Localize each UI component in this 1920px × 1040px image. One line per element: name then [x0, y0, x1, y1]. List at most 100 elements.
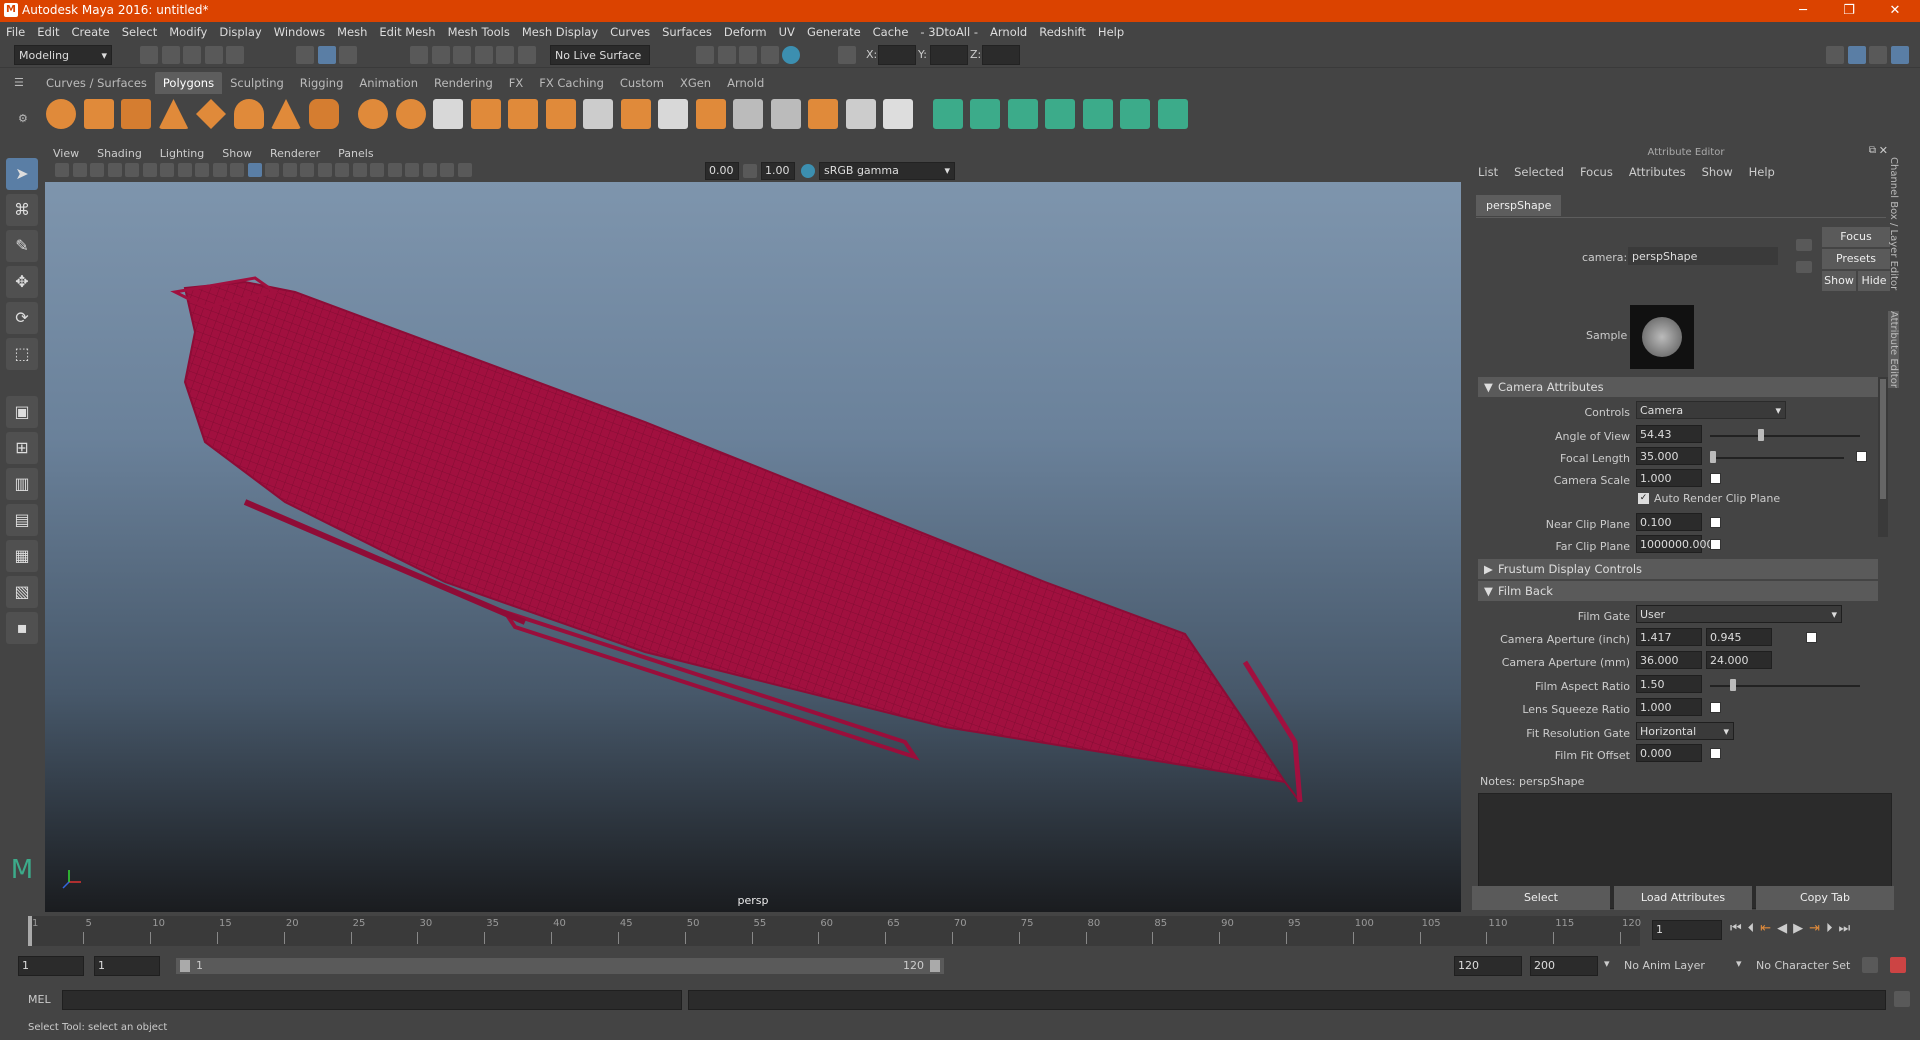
select-component-icon[interactable]: [339, 46, 357, 64]
ae-menu-attributes[interactable]: Attributes: [1621, 165, 1694, 179]
chevron-down-icon[interactable]: ▾: [1736, 957, 1742, 970]
shelf-tab-fx[interactable]: FX: [501, 72, 532, 94]
transform-input-icon[interactable]: [838, 46, 856, 64]
map-texture-icon[interactable]: [1856, 451, 1867, 462]
angle-of-view-slider[interactable]: [1710, 435, 1860, 437]
menu-display[interactable]: Display: [213, 22, 267, 39]
bevel-icon[interactable]: [508, 99, 538, 129]
side-tab-attribute-editor[interactable]: Attribute Editor: [1888, 311, 1899, 388]
focal-length-field[interactable]: 35.000: [1636, 447, 1702, 465]
ae-menu-list[interactable]: List: [1470, 165, 1506, 179]
section-camera-attributes[interactable]: ▼ Camera Attributes: [1478, 377, 1878, 397]
menu-3dtoall[interactable]: - 3DtoAll -: [914, 22, 984, 39]
textured-icon[interactable]: [282, 163, 297, 177]
ae-menu-focus[interactable]: Focus: [1572, 165, 1621, 179]
play-forwards-icon[interactable]: ▶: [1793, 921, 1809, 936]
angle-of-view-slider-handle[interactable]: [1758, 429, 1764, 441]
aperture-inch-x-field[interactable]: 1.417: [1636, 628, 1702, 646]
float-panel-icon[interactable]: ⧉: [1869, 145, 1876, 156]
uv-layout-icon[interactable]: [1120, 99, 1150, 129]
resolution-gate-icon[interactable]: [160, 163, 174, 177]
angle-of-view-field[interactable]: 54.43: [1636, 425, 1702, 443]
y-field[interactable]: [930, 45, 968, 65]
menu-create[interactable]: Create: [66, 22, 116, 39]
animation-end-field[interactable]: 200: [1530, 956, 1598, 976]
film-aspect-slider-handle[interactable]: [1730, 679, 1736, 691]
section-frustum-display[interactable]: ▶ Frustum Display Controls: [1478, 559, 1878, 579]
menu-mesh-display[interactable]: Mesh Display: [516, 22, 604, 39]
paint-select-tool-icon[interactable]: ✎: [6, 230, 38, 262]
extrude-icon[interactable]: [433, 99, 463, 129]
menu-curves[interactable]: Curves: [604, 22, 656, 39]
perspective-viewport[interactable]: persp: [45, 182, 1461, 912]
range-start-handle[interactable]: [180, 960, 190, 972]
multi-cut-icon[interactable]: [583, 99, 613, 129]
anti-aliasing-icon[interactable]: [370, 163, 384, 177]
map-texture-icon[interactable]: [1806, 632, 1817, 643]
shelf-tab-rigging[interactable]: Rigging: [292, 72, 352, 94]
scale-tool-icon[interactable]: ⬚: [6, 338, 38, 370]
poly-pyramid-icon[interactable]: [271, 99, 301, 129]
close-button[interactable]: ✕: [1872, 0, 1918, 22]
current-frame-field[interactable]: 1: [1652, 920, 1722, 940]
panel-menu-renderer[interactable]: Renderer: [262, 144, 330, 160]
outliner-toggle-icon[interactable]: ▪: [6, 612, 38, 644]
time-slider-track[interactable]: 1 5 10 15 20 25 30 35 40 45 50 55 60 65 70 75 80 85 90 95 10…: [28, 916, 1641, 946]
menu-redshift[interactable]: Redshift: [1033, 22, 1092, 39]
load-attributes-button[interactable]: Load Attributes: [1614, 886, 1752, 910]
menu-select[interactable]: Select: [116, 22, 163, 39]
go-to-start-icon[interactable]: ⏮: [1730, 921, 1748, 936]
ambient-occlusion-icon[interactable]: [335, 163, 349, 177]
menu-edit[interactable]: Edit: [31, 22, 65, 39]
poly-plane-icon[interactable]: [196, 99, 226, 129]
play-backwards-icon[interactable]: ◀: [1777, 921, 1793, 936]
persp-outliner-layout-icon[interactable]: ▥: [6, 468, 38, 500]
aperture-inch-y-field[interactable]: 0.945: [1706, 628, 1772, 646]
exposure-icon[interactable]: [457, 163, 472, 177]
select-tool-icon[interactable]: ➤: [6, 158, 38, 190]
character-set-dropdown[interactable]: No Character Set: [1752, 956, 1862, 976]
film-fit-offset-field[interactable]: 0.000: [1636, 744, 1702, 762]
animation-start-field[interactable]: 1: [18, 956, 84, 976]
lens-squeeze-field[interactable]: 1.000: [1636, 698, 1702, 716]
bridge-icon[interactable]: [470, 99, 501, 129]
script-editor-icon[interactable]: [1894, 991, 1910, 1007]
playback-end-field[interactable]: 120: [1454, 956, 1522, 976]
aperture-mm-y-field[interactable]: 24.000: [1706, 651, 1772, 669]
motion-blur-icon[interactable]: [352, 163, 367, 177]
x-field[interactable]: [878, 45, 916, 65]
fill-hole-icon[interactable]: [883, 99, 913, 129]
select-hierarchy-icon[interactable]: [296, 46, 314, 64]
color-management-icon[interactable]: [801, 164, 815, 178]
camera-scale-field[interactable]: 1.000: [1636, 469, 1702, 487]
render-view-icon[interactable]: [696, 46, 714, 64]
section-film-back[interactable]: ▼ Film Back: [1478, 581, 1878, 601]
magnet-icon[interactable]: [517, 46, 536, 64]
safe-title-icon[interactable]: [230, 163, 244, 177]
bookmark-icon[interactable]: [90, 163, 104, 177]
render-settings-icon[interactable]: [760, 46, 779, 64]
snap-point-icon[interactable]: [453, 46, 471, 64]
uv-automatic-icon[interactable]: [1045, 99, 1075, 129]
animation-preferences-icon[interactable]: [1890, 957, 1906, 973]
panel-menu-panels[interactable]: Panels: [330, 144, 383, 160]
tab-perspshape[interactable]: perspShape: [1476, 195, 1562, 216]
smooth-shade-icon[interactable]: [265, 163, 279, 177]
uv-cut-icon[interactable]: [1157, 99, 1188, 129]
wireframe-icon[interactable]: [247, 163, 262, 177]
combine-icon[interactable]: [358, 99, 388, 129]
redo-icon[interactable]: [226, 46, 244, 64]
append-polygon-icon[interactable]: [545, 99, 576, 129]
separate-icon[interactable]: [395, 99, 426, 129]
shelf-tab-polygons[interactable]: Polygons: [154, 72, 223, 94]
grid-toggle-icon[interactable]: [125, 163, 139, 177]
insert-edge-loop-icon[interactable]: [620, 99, 651, 129]
menu-mesh[interactable]: Mesh: [331, 22, 373, 39]
save-scene-icon[interactable]: [183, 46, 201, 64]
anim-layer-dropdown[interactable]: No Anim Layer: [1620, 956, 1730, 976]
menu-uv[interactable]: UV: [773, 22, 801, 39]
snap-surface-icon[interactable]: [496, 46, 514, 64]
map-texture-icon[interactable]: [1710, 473, 1721, 484]
persp-graph-layout-icon[interactable]: ▤: [6, 504, 38, 536]
range-slider[interactable]: 1 120: [176, 958, 944, 974]
